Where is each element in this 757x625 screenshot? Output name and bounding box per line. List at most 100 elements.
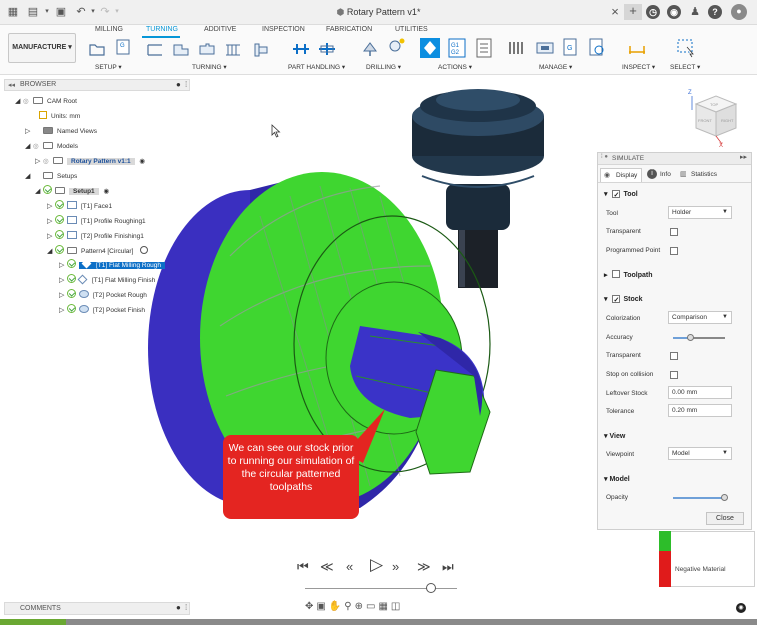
opacity-slider-knob[interactable] bbox=[721, 494, 728, 501]
group-inspect[interactable]: INSPECT ▾ bbox=[622, 63, 655, 71]
orbit-icon[interactable]: ✥ bbox=[305, 601, 316, 612]
accuracy-slider[interactable] bbox=[673, 334, 725, 341]
stock-section-checkbox[interactable]: ✓ bbox=[612, 295, 621, 304]
notification-icon[interactable]: ◉ bbox=[736, 603, 746, 613]
tree-item-rotary-pattern[interactable]: ▷ ◎ Rotary Pattern v1:1 ◉ bbox=[35, 155, 145, 168]
panel-menu-icon[interactable]: ⁞ bbox=[185, 80, 187, 89]
viewpoint-select[interactable]: Model ▼ bbox=[668, 447, 732, 460]
setup-sheet-icon[interactable] bbox=[474, 38, 494, 58]
tree-item-face1[interactable]: ▷ [T1] Face1 bbox=[47, 200, 112, 213]
tree-item-pattern4[interactable]: ◢ Pattern4 [Circular] bbox=[47, 245, 149, 258]
view-cube[interactable]: TOP FRONT RIGHT Z X bbox=[686, 86, 746, 148]
browser-panel-header[interactable]: ◂◂ BROWSER ● ⁞ bbox=[4, 79, 190, 91]
play-button[interactable]: ▷ bbox=[370, 555, 383, 575]
turning-thread-icon[interactable] bbox=[224, 41, 242, 59]
tree-item-profile-roughing1[interactable]: ▷ [T1] Profile Roughing1 bbox=[47, 215, 146, 228]
turning-profile-icon[interactable] bbox=[172, 41, 190, 59]
activate-radio-icon[interactable]: ◉ bbox=[103, 188, 109, 195]
turning-part-icon[interactable] bbox=[252, 41, 270, 59]
close-tab-button[interactable]: × bbox=[608, 5, 622, 19]
tab-turning[interactable]: TURNING bbox=[146, 26, 178, 33]
pan-icon[interactable]: ✋ bbox=[329, 601, 344, 612]
tree-item-cam-root[interactable]: ◢ ◎ CAM Root bbox=[15, 95, 77, 108]
turning-groove-icon[interactable] bbox=[198, 41, 216, 59]
measure-icon[interactable] bbox=[628, 40, 646, 58]
view-section-header[interactable]: ▾ View bbox=[604, 432, 625, 440]
tab-utilities[interactable]: UTILITIES bbox=[395, 26, 428, 33]
tolerance-input[interactable]: 0.20 mm bbox=[668, 404, 732, 417]
group-turning[interactable]: TURNING ▾ bbox=[192, 63, 227, 71]
tab-display[interactable]: ◉ Display bbox=[600, 168, 642, 182]
zoom-icon[interactable]: ⚲ bbox=[344, 601, 354, 612]
tree-item-pocket-finish[interactable]: ▷ [T2] Pocket Finish bbox=[59, 304, 145, 317]
expand-panel-icon[interactable]: ▸▸ bbox=[740, 153, 747, 161]
pin-icon[interactable]: ● bbox=[176, 80, 181, 89]
comments-panel-header[interactable]: COMMENTS ● ⁞ bbox=[4, 602, 190, 615]
transfer-icon[interactable] bbox=[318, 40, 336, 58]
tab-fabrication[interactable]: FABRICATION bbox=[326, 26, 372, 33]
model-viewport[interactable] bbox=[140, 76, 600, 556]
machine-library-icon[interactable] bbox=[588, 38, 606, 56]
stock-section-header[interactable]: ▾ ✓ Stock bbox=[604, 295, 643, 304]
nc-program-icon[interactable]: G bbox=[114, 38, 132, 56]
toolpath-checkbox[interactable] bbox=[612, 270, 621, 278]
collapsed-triangle-icon[interactable]: ▷ bbox=[47, 230, 55, 243]
visibility-eye-icon[interactable]: ◎ bbox=[43, 155, 53, 168]
display-settings-icon[interactable]: ▭ bbox=[366, 601, 378, 612]
chuck-icon[interactable] bbox=[292, 40, 310, 58]
activate-radio-icon[interactable]: ◉ bbox=[139, 158, 145, 165]
collapsed-triangle-icon[interactable]: ▷ bbox=[47, 215, 55, 228]
help-icon[interactable]: ? bbox=[708, 5, 722, 19]
opacity-slider[interactable] bbox=[673, 494, 728, 501]
tab-statistics[interactable]: ▥ Statistics bbox=[678, 168, 728, 182]
expanded-triangle-icon[interactable]: ◢ bbox=[35, 185, 43, 198]
close-button[interactable]: Close bbox=[706, 512, 744, 525]
group-actions[interactable]: ACTIONS ▾ bbox=[438, 63, 472, 71]
next-operation-icon[interactable]: ≫ bbox=[417, 559, 431, 575]
collapsed-triangle-icon[interactable]: ▷ bbox=[59, 274, 67, 287]
panel-menu-icon[interactable]: ⁞ bbox=[185, 603, 187, 612]
group-drilling[interactable]: DRILLING ▾ bbox=[366, 63, 401, 71]
collapsed-triangle-icon[interactable]: ▷ bbox=[35, 155, 43, 168]
activate-radio-icon[interactable] bbox=[140, 246, 149, 254]
stop-on-collision-checkbox[interactable] bbox=[670, 371, 678, 379]
group-select[interactable]: SELECT ▾ bbox=[670, 63, 700, 71]
user-avatar-icon[interactable]: ● bbox=[731, 4, 747, 20]
expanded-triangle-icon[interactable]: ◢ bbox=[25, 140, 33, 153]
tab-additive[interactable]: ADDITIVE bbox=[204, 26, 236, 33]
tree-item-units[interactable]: Units: mm bbox=[39, 110, 80, 123]
go-to-start-icon[interactable]: ⏮ bbox=[297, 559, 309, 575]
go-to-end-icon[interactable]: ⏭ bbox=[442, 559, 454, 575]
bell-icon[interactable]: ♟ bbox=[688, 5, 702, 19]
tool-section-checkbox[interactable]: ✓ bbox=[612, 190, 621, 199]
turning-face-icon[interactable] bbox=[146, 41, 164, 59]
model-section-header[interactable]: ▾ Model bbox=[604, 475, 630, 483]
tree-item-pocket-rough[interactable]: ▷ [T2] Pocket Rough bbox=[59, 289, 147, 302]
collapsed-triangle-icon[interactable]: ▷ bbox=[47, 200, 55, 213]
post-library-icon[interactable]: G bbox=[562, 38, 580, 56]
tree-item-profile-finishing1[interactable]: ▷ [T2] Profile Finishing1 bbox=[47, 230, 144, 243]
viewports-icon[interactable]: ◫ bbox=[391, 601, 403, 612]
collapsed-triangle-icon[interactable]: ▷ bbox=[59, 304, 67, 317]
previous-operation-icon[interactable]: ≪ bbox=[320, 559, 334, 575]
tool-transparent-checkbox[interactable] bbox=[670, 228, 678, 236]
expanded-triangle-icon[interactable]: ◢ bbox=[47, 245, 55, 258]
group-part-handling[interactable]: PART HANDLING ▾ bbox=[288, 63, 345, 71]
grid-settings-icon[interactable]: ▦ bbox=[378, 601, 390, 612]
collapsed-triangle-icon[interactable]: ▷ bbox=[25, 125, 33, 138]
tool-section-header[interactable]: ▾ ✓ Tool bbox=[604, 190, 638, 199]
fit-icon[interactable]: ⊕ bbox=[355, 601, 366, 612]
tree-item-named-views[interactable]: ▷ Named Views bbox=[25, 125, 97, 138]
visibility-eye-icon[interactable]: ◎ bbox=[23, 95, 33, 108]
collapse-panel-icon[interactable]: ◂◂ bbox=[8, 81, 15, 89]
template-library-icon[interactable] bbox=[536, 39, 554, 57]
tab-info[interactable]: i Info bbox=[645, 168, 675, 182]
group-setup[interactable]: SETUP ▾ bbox=[95, 63, 122, 71]
pin-icon[interactable]: ● bbox=[176, 603, 181, 612]
drag-handle-icon[interactable]: ⁞ ● bbox=[601, 154, 608, 160]
new-tab-button[interactable]: + bbox=[624, 4, 642, 20]
drill-icon[interactable] bbox=[361, 39, 379, 57]
post-process-icon[interactable]: G1G2 bbox=[447, 38, 467, 58]
look-at-icon[interactable]: ▣ bbox=[316, 601, 328, 612]
expanded-triangle-icon[interactable]: ◢ bbox=[15, 95, 23, 108]
